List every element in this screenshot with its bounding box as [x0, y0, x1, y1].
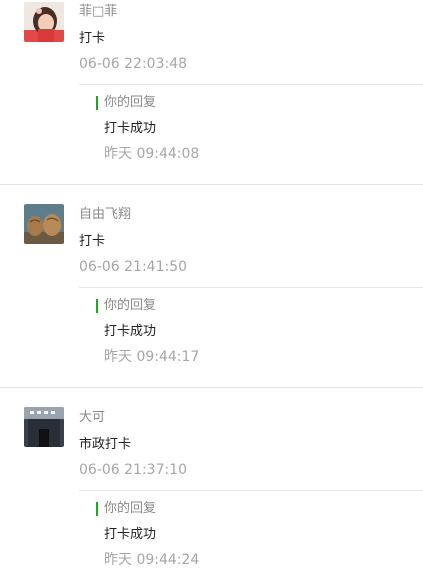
comment-time: 06-06 21:37:10	[79, 462, 188, 478]
reply-time: 昨天 09:44:08	[104, 146, 200, 162]
avatar[interactable]	[24, 2, 64, 42]
comment-item: 大可 市政打卡 06-06 21:37:10 你的回复 打卡成功 昨天 09:4…	[0, 388, 423, 574]
building-photo-avatar-icon	[24, 407, 64, 447]
reply-accent-bar	[96, 96, 98, 110]
reply-text: 打卡成功	[104, 121, 157, 136]
comment-text: 市政打卡	[79, 437, 132, 452]
reply-time: 昨天 09:44:24	[104, 552, 200, 568]
nickname[interactable]: 大可	[79, 410, 105, 426]
avatar[interactable]	[24, 204, 64, 244]
comment-text: 打卡	[79, 234, 106, 249]
reply-time: 昨天 09:44:17	[104, 349, 200, 365]
divider	[79, 84, 423, 85]
divider	[79, 490, 423, 491]
walnut-photo-avatar-icon	[24, 204, 64, 244]
nickname[interactable]: 菲□菲	[79, 4, 117, 20]
comment-text: 打卡	[79, 31, 106, 46]
divider	[79, 287, 423, 288]
comment-time: 06-06 22:03:48	[79, 56, 188, 72]
girl-photo-avatar-icon	[24, 2, 64, 42]
comment-time: 06-06 21:41:50	[79, 259, 188, 275]
reply-header: 你的回复	[104, 95, 157, 110]
nickname[interactable]: 自由飞翔	[79, 207, 131, 223]
reply-text: 打卡成功	[104, 527, 157, 542]
reply-header: 你的回复	[104, 298, 157, 313]
reply-accent-bar	[96, 502, 98, 516]
reply-accent-bar	[96, 299, 98, 313]
reply-text: 打卡成功	[104, 324, 157, 339]
comment-item: 菲□菲 打卡 06-06 22:03:48 你的回复 打卡成功 昨天 09:44…	[0, 0, 423, 184]
comment-item: 自由飞翔 打卡 06-06 21:41:50 你的回复 打卡成功 昨天 09:4…	[0, 185, 423, 387]
avatar[interactable]	[24, 407, 64, 447]
reply-header: 你的回复	[104, 501, 157, 516]
